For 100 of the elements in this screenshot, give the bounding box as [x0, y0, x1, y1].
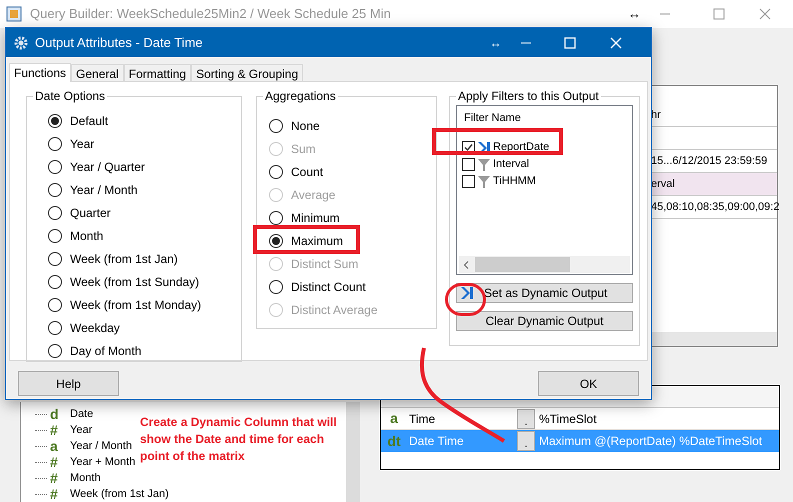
- group-title: Apply Filters to this Output: [456, 89, 601, 103]
- type-glyph: a: [389, 409, 399, 428]
- radio-button[interactable]: [269, 280, 283, 294]
- annotation-text: Create a Dynamic Column that will show the Date and time for each point of the matrix: [140, 414, 338, 465]
- row-text: 15...6/12/2015 23:59:59: [651, 154, 768, 169]
- column-header: Filter Name: [463, 111, 522, 126]
- filter-label: ReportDate: [493, 140, 550, 156]
- scrollbar[interactable]: [346, 402, 360, 502]
- option-label: Week (from 1st Jan): [70, 250, 178, 268]
- scroll-left-icon[interactable]: [463, 260, 469, 268]
- tab[interactable]: Formatting: [124, 64, 192, 81]
- option-label: Week (from 1st Sunday): [70, 274, 200, 290]
- tree-label: Year: [70, 422, 92, 438]
- radio-button[interactable]: [48, 206, 62, 220]
- option-label: Sum: [291, 140, 316, 158]
- type-glyph: #: [50, 454, 59, 470]
- radio-button[interactable]: [48, 228, 62, 242]
- help-button[interactable]: Help: [18, 371, 119, 396]
- option-label: Distinct Count: [291, 278, 366, 296]
- window-title: Query Builder: WeekSchedule25Min2 / Week Schedule 25 Min: [30, 5, 391, 24]
- row-text: hr: [651, 108, 661, 123]
- radio-button[interactable]: [48, 136, 62, 150]
- app-icon: [6, 6, 22, 22]
- check-icon: [464, 143, 473, 152]
- tree-item[interactable]: # Week (from 1st Jan): [35, 486, 169, 502]
- radio-button[interactable]: [269, 234, 283, 248]
- tree-item[interactable]: # Month: [35, 470, 101, 486]
- option-label: Distinct Average: [291, 302, 378, 318]
- close-icon[interactable]: [758, 8, 771, 20]
- tree-label: Month: [70, 470, 101, 486]
- radio-button[interactable]: [48, 182, 62, 196]
- attributes-cell-text: %TimeSlot: [539, 410, 597, 428]
- tab[interactable]: General: [71, 64, 124, 81]
- filter-item[interactable]: ReportDate: [457, 139, 632, 156]
- option-label: None: [291, 118, 320, 134]
- option-label: Quarter: [70, 204, 111, 222]
- filter-label: TiHHMM: [493, 174, 536, 190]
- tree-item[interactable]: a Year / Month: [35, 438, 132, 454]
- tree-item[interactable]: # Year: [35, 422, 92, 438]
- option-label: Week (from 1st Monday): [70, 296, 202, 314]
- type-glyph: #: [50, 486, 59, 502]
- radio-button[interactable]: [269, 118, 283, 132]
- radio-button[interactable]: [48, 252, 62, 266]
- radio-button[interactable]: [48, 274, 62, 288]
- option-label: Count: [291, 164, 324, 180]
- gear-icon: [14, 36, 28, 50]
- option-label: Weekday: [70, 320, 120, 336]
- maximize-icon[interactable]: [712, 8, 725, 20]
- ellipsis-button[interactable]: .: [517, 408, 535, 428]
- type-glyph: #: [50, 470, 59, 486]
- funnel-icon: [477, 174, 491, 188]
- tree-label: Date: [70, 406, 94, 422]
- option-label: Month: [70, 228, 104, 244]
- radio-button[interactable]: [48, 114, 62, 128]
- option-label: Year / Month: [70, 182, 138, 198]
- checkbox[interactable]: [462, 158, 475, 171]
- option-label: Day of Month: [70, 342, 142, 360]
- dialog-title: Output Attributes - Date Time: [35, 34, 203, 52]
- filter-item[interactable]: Interval: [457, 156, 632, 173]
- type-glyph: a: [50, 438, 59, 454]
- tree-label: Year / Month: [70, 438, 132, 454]
- option-label: Year / Quarter: [70, 158, 145, 176]
- filter-label: Interval: [493, 157, 530, 172]
- radio-button[interactable]: [48, 344, 62, 358]
- radio-button[interactable]: [48, 320, 62, 334]
- option-label: Distinct Sum: [291, 256, 358, 272]
- type-glyph: #: [50, 422, 59, 438]
- tab[interactable]: Sorting & Grouping: [191, 64, 304, 81]
- grid-row[interactable]: dt Date Time . Maximum @(ReportDate) %DateTimeSlot: [381, 430, 779, 452]
- horizontal-scrollbar[interactable]: [459, 256, 630, 273]
- tree-label: Week (from 1st Jan): [70, 486, 169, 502]
- type-glyph: dt: [386, 432, 402, 450]
- radio-button[interactable]: [269, 210, 283, 224]
- tree-item[interactable]: d Date: [35, 406, 94, 422]
- attributes-cell-text: Maximum @(ReportDate) %DateTimeSlot: [539, 433, 762, 450]
- description-cell-text: Time: [408, 410, 436, 428]
- option-label: Minimum: [291, 210, 340, 226]
- grid-row[interactable]: a Time . %TimeSlot: [381, 408, 779, 430]
- row-text: erval: [651, 176, 675, 192]
- funnel-icon: [477, 158, 491, 172]
- radio-button[interactable]: [269, 164, 283, 178]
- ellipsis-button[interactable]: .: [517, 431, 535, 451]
- resize-glyph: ↔: [628, 5, 641, 24]
- arrow-bar-icon: [460, 286, 474, 300]
- tree-label: Year + Month: [70, 454, 136, 470]
- row-text: 45,08:10,08:35,09:00,09:2: [651, 200, 780, 215]
- resize-glyph: ↔: [490, 34, 502, 52]
- group-title: Date Options: [33, 89, 108, 103]
- set-dynamic-output-button[interactable]: Set as Dynamic Output: [456, 283, 633, 303]
- option-label: Maximum: [291, 232, 344, 250]
- scrollbar[interactable]: [651, 332, 777, 346]
- clear-dynamic-output-button[interactable]: Clear Dynamic Output: [456, 311, 633, 331]
- ok-button[interactable]: OK: [538, 371, 639, 396]
- radio-button[interactable]: [48, 298, 62, 312]
- tree-item[interactable]: # Year + Month: [35, 454, 136, 470]
- group-title: Aggregations: [263, 89, 338, 103]
- filter-item[interactable]: TiHHMM: [457, 173, 632, 190]
- checkbox[interactable]: [462, 175, 475, 188]
- radio-button[interactable]: [48, 160, 62, 174]
- tab[interactable]: Functions: [9, 63, 72, 82]
